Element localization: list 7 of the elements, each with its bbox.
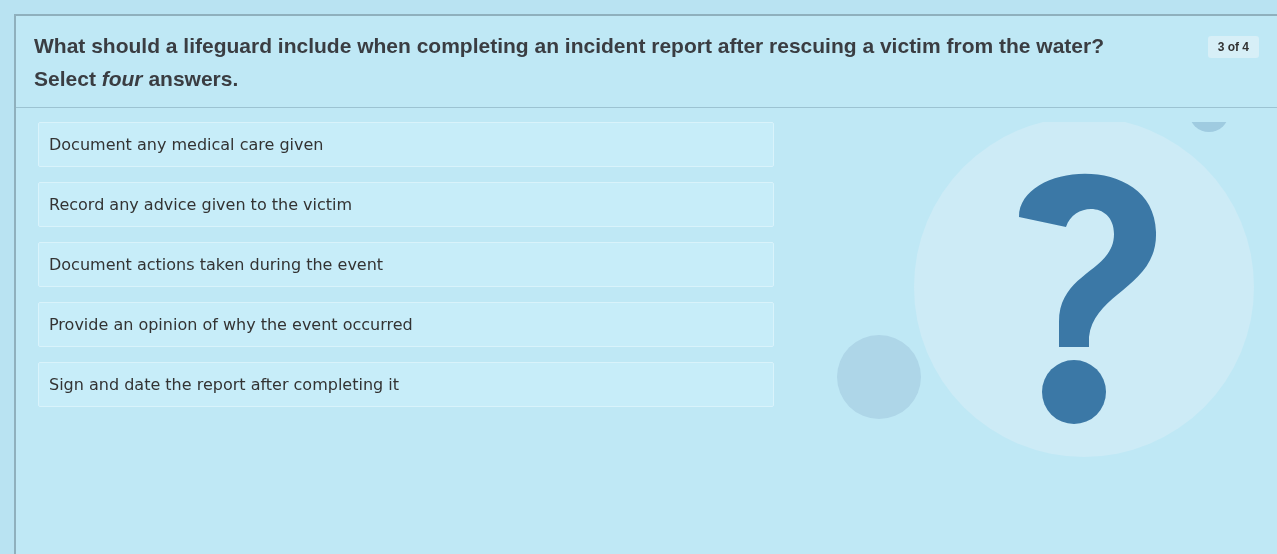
answer-option[interactable]: Provide an opinion of why the event occurred (38, 302, 774, 348)
answer-option[interactable]: Document actions taken during the event (38, 242, 774, 288)
question-text: What should a lifeguard include when completing an incident report after rescuing a victim from the water? Select four answers. (34, 33, 1105, 92)
answer-option[interactable]: Record any advice given to the victim (38, 182, 774, 228)
answer-option[interactable]: Document any medical care given (38, 122, 774, 168)
answer-option[interactable]: Sign and date the report after completing it (38, 362, 774, 408)
progress-badge: 3 of 4 (1207, 36, 1259, 58)
